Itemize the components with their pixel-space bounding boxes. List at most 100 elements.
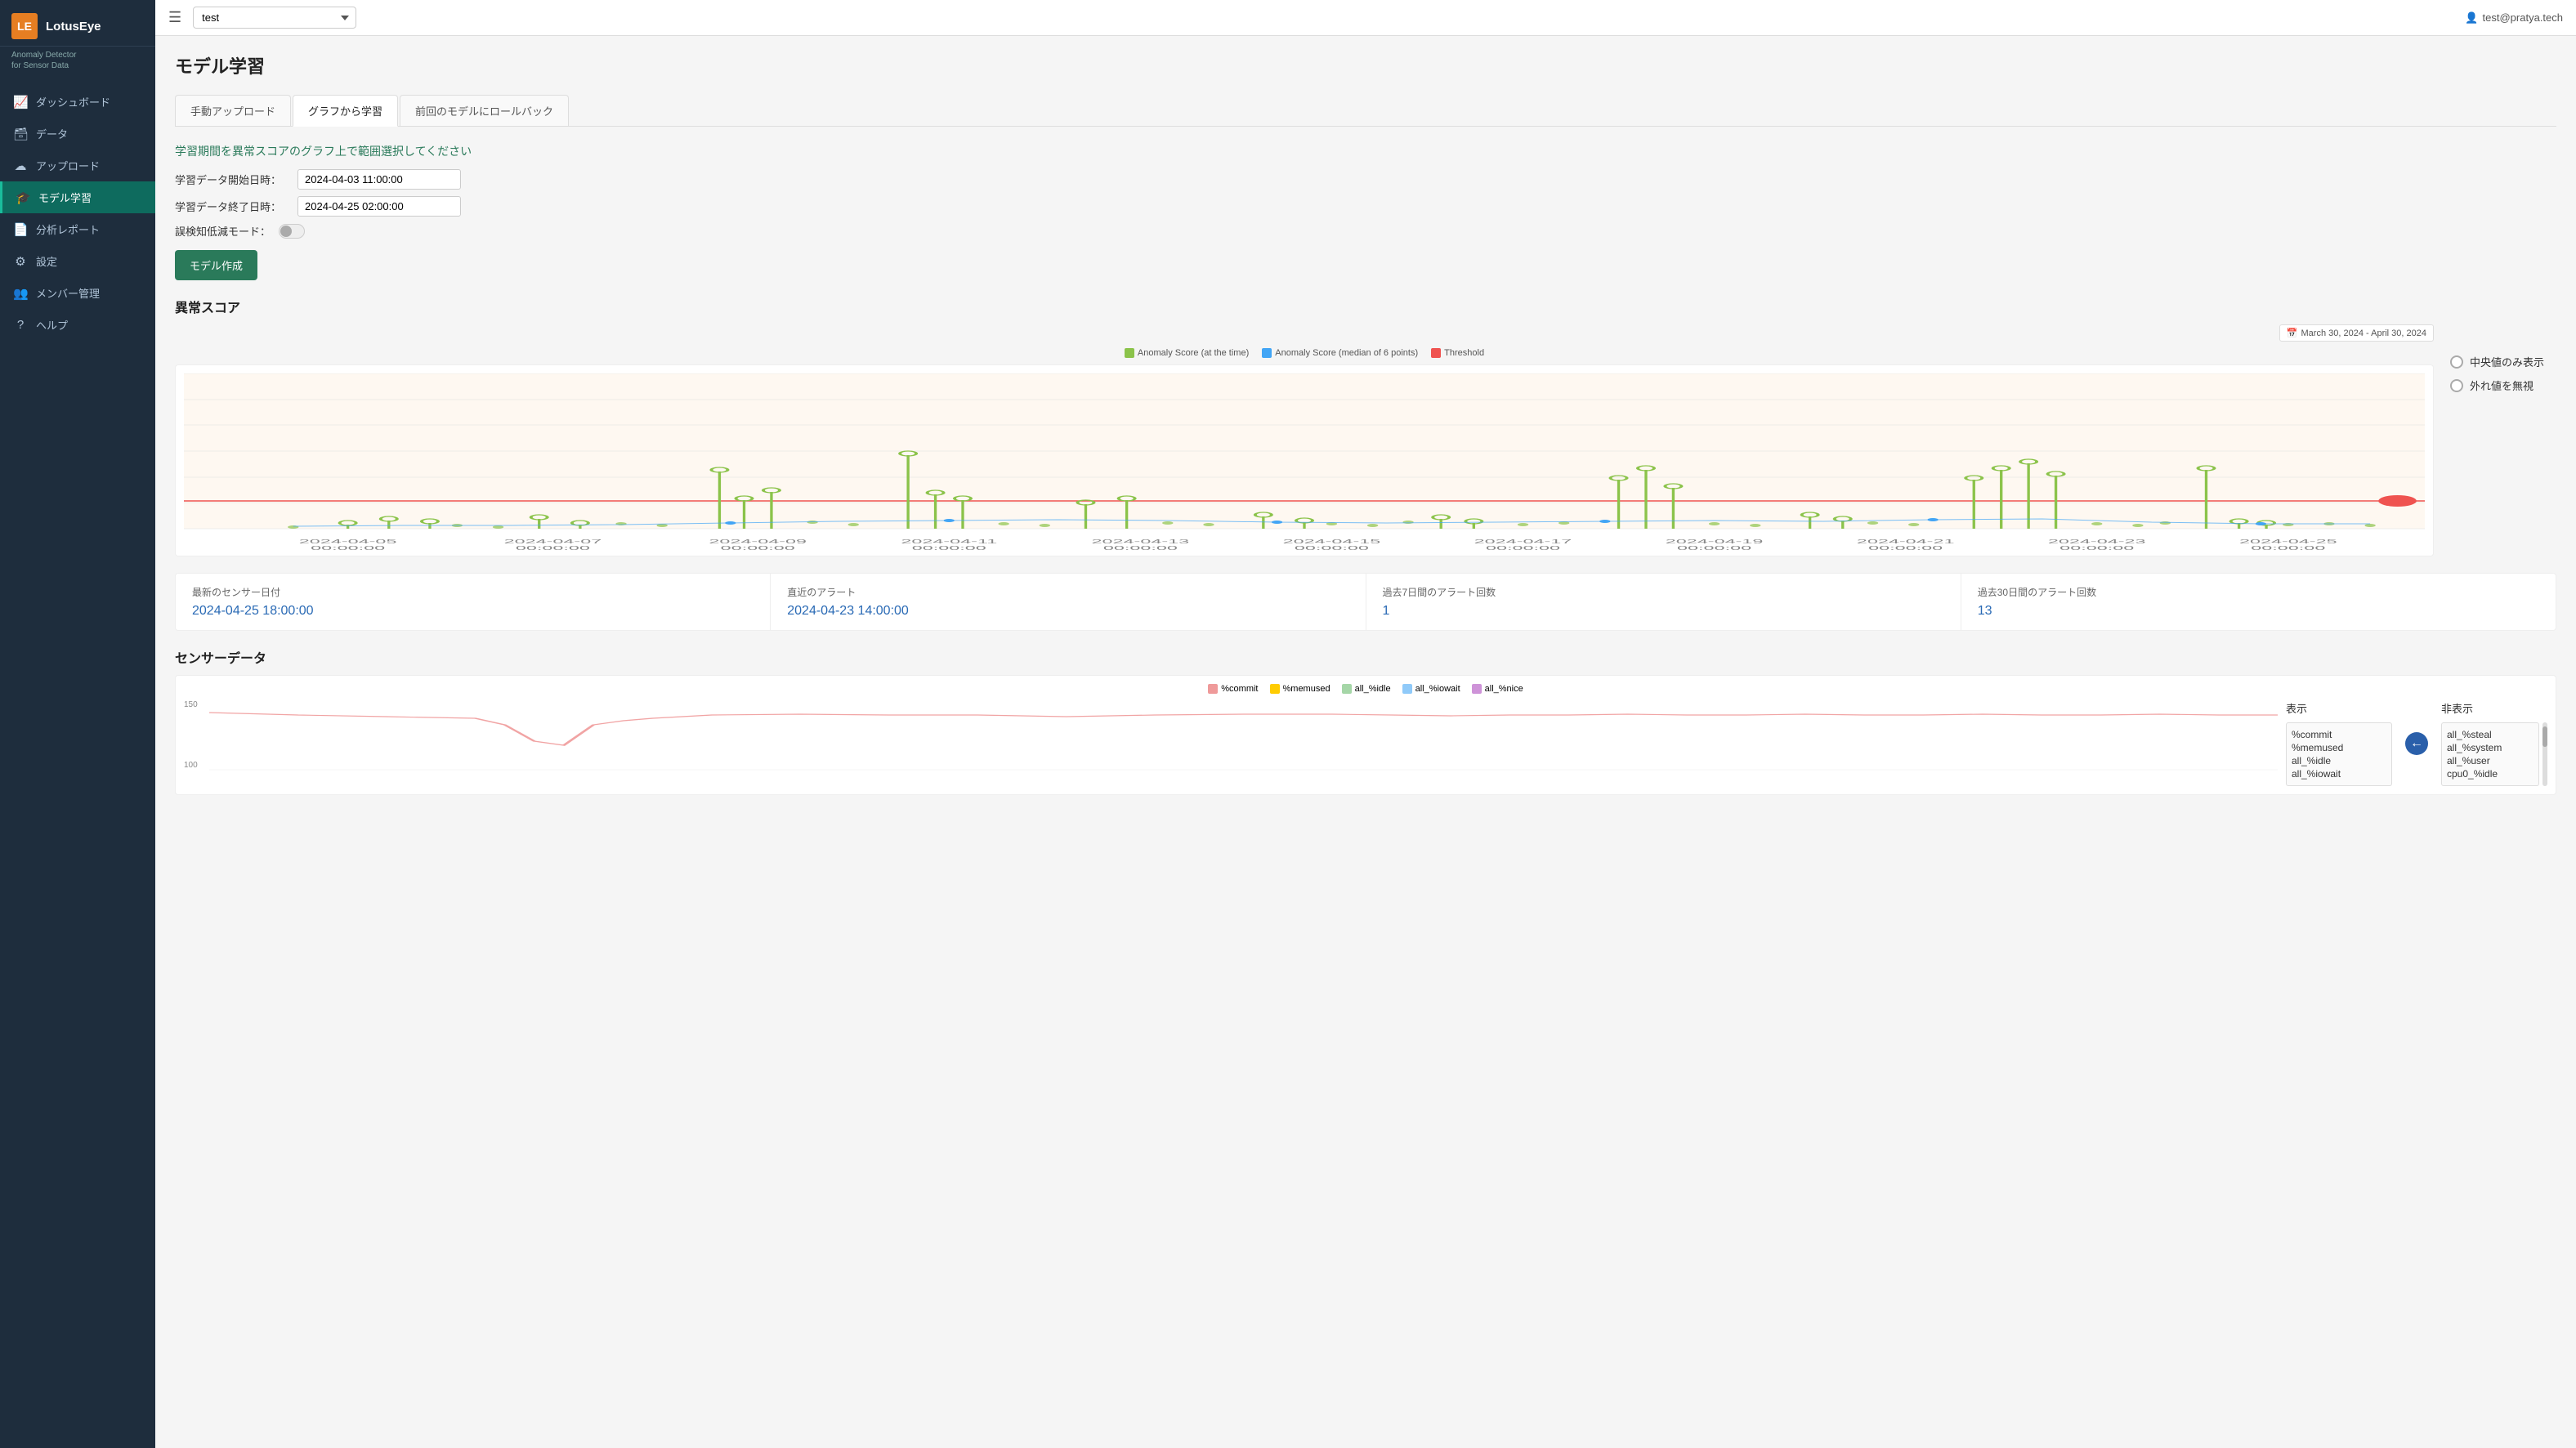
end-date-row: 学習データ終了日時： [175,196,2556,217]
sidebar-label-settings: 設定 [36,253,57,269]
move-left-button[interactable]: ← [2405,732,2428,755]
sidebar-item-members[interactable]: 👥メンバー管理 [0,277,155,309]
calendar-icon: 📅 [2287,328,2298,338]
upload-icon: ☁ [13,159,28,173]
stats-row: 最新のセンサー日付 2024-04-25 18:00:00 直近のアラート 20… [175,573,2556,631]
sensor-select[interactable]: test [193,7,356,29]
option-median-only[interactable]: 中央値のみ表示 [2450,354,2556,369]
report-icon: 📄 [13,222,28,237]
display-column: 表示 %commit %memused all_%idle all_%iowai… [2286,700,2392,786]
stat-latest-alert-label: 直近のアラート [787,585,1348,599]
tab-rollback[interactable]: 前回のモデルにロールバック [400,95,569,126]
hide-column: 非表示 all_%steal all_%system all_%user cpu… [2441,700,2547,786]
create-model-button[interactable]: モデル作成 [175,250,257,280]
legend-iowait-dot [1402,684,1412,694]
sidebar-item-data[interactable]: 🗃データ [0,118,155,150]
tab-graph[interactable]: グラフから学習 [293,95,398,127]
display-item-commit: %commit [2292,728,2386,741]
svg-text:00:00:00: 00:00:00 [912,545,986,552]
option-ignore-outliers-label: 外れ値を無視 [2470,378,2534,393]
svg-text:2024-04-19: 2024-04-19 [1666,539,1764,545]
user-icon: 👤 [2465,11,2478,25]
legend-threshold-label: Threshold [1444,348,1484,358]
hide-item-user: all_%user [2447,754,2534,767]
sensor-chart-area[interactable] [209,700,2278,774]
sensor-chart-wrap: %commit %memused all_%idle all_%iowait [175,675,2556,795]
svg-text:2024-04-13: 2024-04-13 [1092,539,1190,545]
display-item-idle: all_%idle [2292,754,2386,767]
sidebar-item-dashboard[interactable]: 📈 ダッシュボード [0,86,155,118]
legend-memused: %memused [1270,684,1330,694]
logo-icon: LE [11,13,38,39]
svg-text:00:00:00: 00:00:00 [1868,545,1943,552]
sidebar-label-help: ヘルプ [36,317,68,333]
svg-text:00:00:00: 00:00:00 [2251,545,2325,552]
tab-bar: 手動アップロード グラフから学習 前回のモデルにロールバック [175,95,2556,127]
sidebar-item-settings[interactable]: ⚙ 設定 [0,245,155,277]
display-item-memused: %memused [2292,741,2386,754]
start-date-input[interactable] [297,169,461,190]
legend-iowait-label: all_%iowait [1415,684,1460,694]
stat-30day-value: 13 [1978,604,2539,619]
legend-memused-label: %memused [1283,684,1330,694]
end-date-label: 学習データ終了日時： [175,199,289,214]
false-reduction-row: 誤検知低減モード： [175,223,2556,239]
radio-median-only[interactable] [2450,355,2463,369]
svg-text:2024-04-25: 2024-04-25 [2239,539,2337,545]
stat-latest-date-value: 2024-04-25 18:00:00 [192,604,754,619]
legend-idle-label: all_%idle [1355,684,1391,694]
stat-7day-value: 1 [1383,604,1944,619]
stat-30day-alerts: 過去30日間のアラート回数 13 [1961,574,2556,630]
anomaly-chart-section: 異常スコア 📅 March 30, 2024 - April 30, 2024 … [175,297,2556,556]
sidebar-nav: 📈 ダッシュボード 🗃データ ☁ アップロード 🎓モデル学習 📄 分析レポート ⚙ 設定 👥メンバー… [0,79,155,1448]
stat-latest-alert-value: 2024-04-23 14:00:00 [787,604,1348,619]
sidebar-item-help[interactable]: ? ヘルプ [0,309,155,341]
anomaly-chart-title: 異常スコア [175,297,2556,316]
settings-icon: ⚙ [13,254,28,269]
sensor-chart-title: センサーデータ [175,647,2556,667]
option-ignore-outliers[interactable]: 外れ値を無視 [2450,378,2556,393]
data-icon: 🗃 [13,127,28,141]
logo-text: LotusEye [46,20,101,34]
sensor-body: 150 100 表示 [184,700,2547,786]
form-section: 学習期間を異常スコアのグラフ上で範囲選択してください 学習データ開始日時： 学習… [175,143,2556,280]
legend-median-dot [1262,348,1272,358]
hide-item-system: all_%system [2447,741,2534,754]
option-median-only-label: 中央値のみ表示 [2470,354,2544,369]
svg-text:00:00:00: 00:00:00 [721,545,795,552]
tab-upload[interactable]: 手動アップロード [175,95,291,126]
logo-area: LE LotusEye [0,0,155,47]
content-area: モデル学習 手動アップロード グラフから学習 前回のモデルにロールバック 学習期… [155,36,2576,1448]
sidebar-label-upload: アップロード [36,158,100,173]
legend-nice: all_%nice [1472,684,1523,694]
legend-at-time-label: Anomaly Score (at the time) [1138,348,1249,358]
end-date-input[interactable] [297,196,461,217]
date-range-text: March 30, 2024 - April 30, 2024 [2301,328,2426,338]
sensor-section: センサーデータ %commit %memused all_%idle [175,647,2556,795]
svg-text:2024-04-23: 2024-04-23 [2048,539,2146,545]
sidebar-label-dashboard: ダッシュボード [36,94,110,109]
stat-7day-label: 過去7日間のアラート回数 [1383,585,1944,599]
radio-ignore-outliers[interactable] [2450,379,2463,392]
svg-text:2024-04-17: 2024-04-17 [1474,539,1572,545]
stat-latest-alert: 直近のアラート 2024-04-23 14:00:00 [771,574,1366,630]
help-icon: ? [13,318,28,332]
chart-header: 📅 March 30, 2024 - April 30, 2024 [175,324,2434,342]
sidebar-item-upload[interactable]: ☁ アップロード [0,150,155,181]
topbar: ☰ test 👤 test@pratya.tech [155,0,2576,36]
sidebar-item-model[interactable]: 🎓モデル学習 [0,181,155,213]
dashboard-icon: 📈 [13,95,28,109]
legend-commit: %commit [1208,684,1258,694]
hamburger-icon[interactable]: ☰ [168,9,181,26]
svg-text:00:00:00: 00:00:00 [1295,545,1369,552]
sidebar-label-report: 分析レポート [36,221,100,237]
hide-item-steal: all_%steal [2447,728,2534,741]
stat-latest-date-label: 最新のセンサー日付 [192,585,754,599]
false-reduction-toggle[interactable] [279,224,305,239]
false-reduction-label: 誤検知低減モード： [175,223,271,239]
anomaly-chart-svg[interactable]: 0.0 2.5 5.0 7.5 10.0 12.5 15.0 [184,373,2425,553]
anomaly-chart-wrap[interactable]: 0.0 2.5 5.0 7.5 10.0 12.5 15.0 [175,364,2434,556]
sidebar-item-report[interactable]: 📄 分析レポート [0,213,155,245]
svg-text:00:00:00: 00:00:00 [1486,545,1560,552]
display-item-iowait: all_%iowait [2292,767,2386,780]
